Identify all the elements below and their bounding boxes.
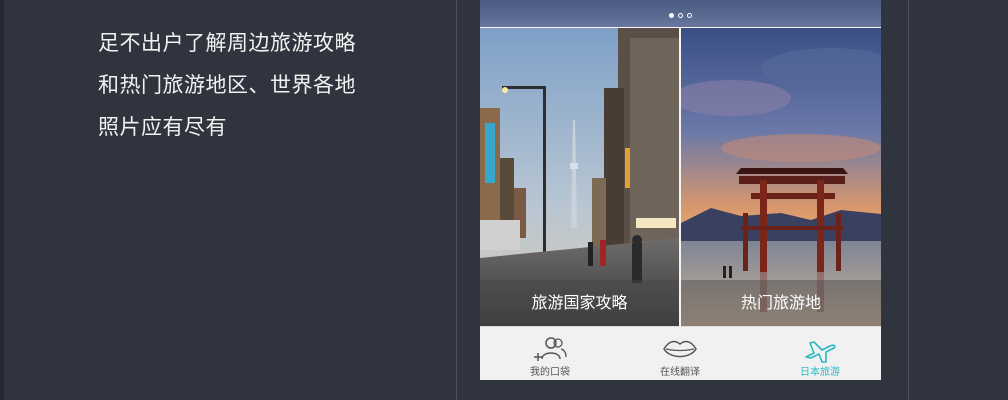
carousel-dot[interactable] bbox=[678, 13, 683, 18]
tab-label: 我的口袋 bbox=[530, 367, 570, 378]
promo-line: 照片应有尽有 bbox=[98, 115, 227, 139]
tile-caption: 热门旅游地 bbox=[681, 280, 881, 326]
tab-japan-travel[interactable]: 日本旅游 bbox=[760, 327, 880, 380]
promo-line: 足不出户了解周边旅游攻略 bbox=[98, 31, 356, 55]
promo-line: 和热门旅游地区、世界各地 bbox=[98, 73, 356, 97]
lips-icon bbox=[662, 335, 698, 363]
left-edge-bar bbox=[0, 0, 4, 400]
airplane-icon bbox=[802, 335, 838, 363]
divider-line bbox=[456, 0, 457, 400]
phone-screen: 旅游国家攻略 热门旅游地 我的口袋 在线翻译 日本旅游 bbox=[480, 0, 881, 380]
tab-label: 日本旅游 bbox=[800, 367, 840, 378]
tab-online-translate[interactable]: 在线翻译 bbox=[620, 327, 740, 380]
carousel-dot[interactable] bbox=[687, 13, 692, 18]
people-add-icon bbox=[532, 335, 568, 363]
tile-popular-destinations[interactable]: 热门旅游地 bbox=[681, 28, 881, 326]
carousel-banner[interactable] bbox=[480, 0, 881, 27]
bottom-tab-bar: 我的口袋 在线翻译 日本旅游 bbox=[480, 326, 881, 380]
carousel-dot-active[interactable] bbox=[669, 13, 674, 18]
tile-caption: 旅游国家攻略 bbox=[480, 280, 679, 326]
tab-label: 在线翻译 bbox=[660, 367, 700, 378]
promo-text: 足不出户了解周边旅游攻略 和热门旅游地区、世界各地 照片应有尽有 bbox=[98, 22, 428, 148]
tab-my-pocket[interactable]: 我的口袋 bbox=[490, 327, 610, 380]
carousel-dots bbox=[669, 13, 692, 18]
tile-travel-guides[interactable]: 旅游国家攻略 bbox=[480, 28, 679, 326]
divider-line bbox=[908, 0, 909, 400]
